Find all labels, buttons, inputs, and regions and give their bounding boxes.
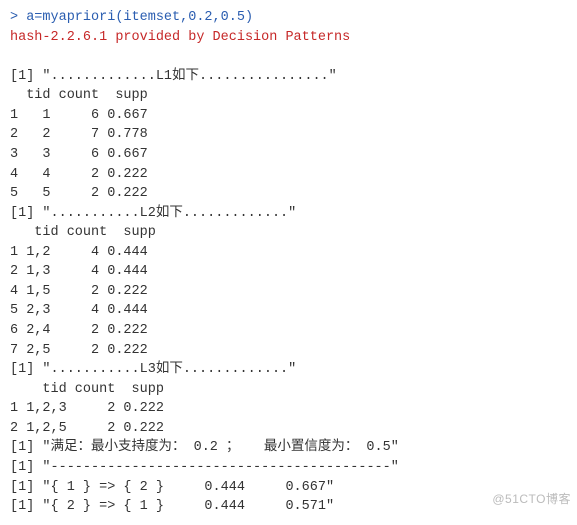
table-row: 2 1,3 4 0.444 — [10, 262, 567, 282]
package-message: hash-2.2.6.1 provided by Decision Patter… — [10, 28, 567, 48]
table-row: 7 2,5 2 0.222 — [10, 341, 567, 361]
table-row: 6 2,4 2 0.222 — [10, 321, 567, 341]
blank-line — [10, 47, 567, 67]
table-row: 4 4 2 0.222 — [10, 165, 567, 185]
dash-line: [1] "-----------------------------------… — [10, 458, 567, 478]
summary-line: [1] "满足：最小支持度为： 0.2 ； 最小置信度为： 0.5" — [10, 438, 567, 458]
table-row: 2 1,2,5 2 0.222 — [10, 419, 567, 439]
table-row: 1 1 6 0.667 — [10, 106, 567, 126]
l1-title: [1] ".............L1如下................" — [10, 67, 567, 87]
table-row: 5 5 2 0.222 — [10, 184, 567, 204]
console-output: > a=myapriori(itemset,0.2,0.5) hash-2.2.… — [10, 8, 567, 517]
l3-title: [1] "...........L3如下............." — [10, 360, 567, 380]
l2-title: [1] "...........L2如下............." — [10, 204, 567, 224]
function-call: a=myapriori(itemset,0.2,0.5) — [26, 10, 253, 25]
rule-line: [1] "{ 1 } => { 2 } 0.444 0.667" — [10, 478, 567, 498]
table-row: 2 2 7 0.778 — [10, 125, 567, 145]
l3-header: tid count supp — [10, 380, 567, 400]
table-row: 1 1,2,3 2 0.222 — [10, 399, 567, 419]
table-row: 1 1,2 4 0.444 — [10, 243, 567, 263]
table-row: 3 3 6 0.667 — [10, 145, 567, 165]
table-row: 4 1,5 2 0.222 — [10, 282, 567, 302]
table-row: 5 2,3 4 0.444 — [10, 301, 567, 321]
prompt-symbol: > — [10, 10, 26, 25]
l1-header: tid count supp — [10, 86, 567, 106]
input-line: > a=myapriori(itemset,0.2,0.5) — [10, 8, 567, 28]
watermark-text: @51CTO博客 — [492, 491, 571, 508]
rule-line: [1] "{ 2 } => { 1 } 0.444 0.571" — [10, 497, 567, 517]
l2-header: tid count supp — [10, 223, 567, 243]
